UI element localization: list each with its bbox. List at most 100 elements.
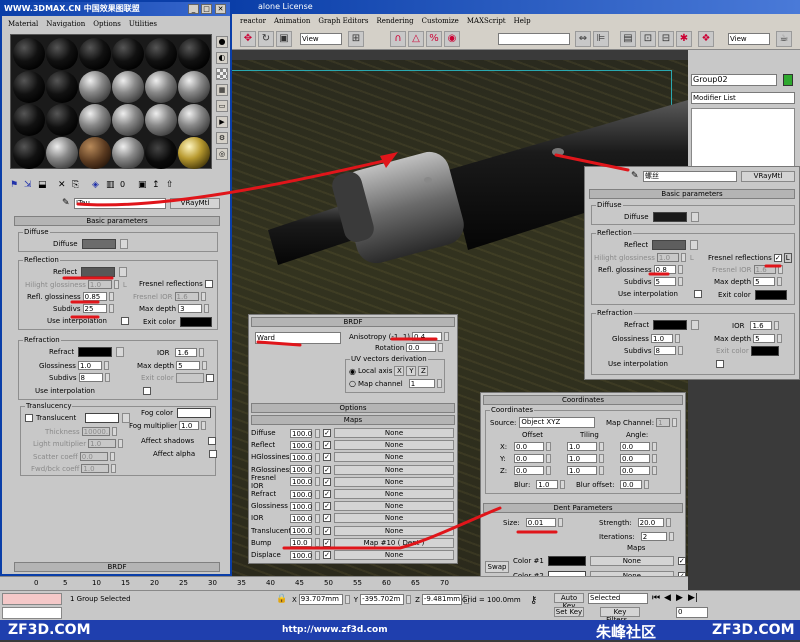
offset-field[interactable]: 0.0 [514,454,544,463]
sample-slot[interactable] [79,71,111,103]
iterations-field[interactable]: 2 [640,532,667,541]
blur-spinner[interactable] [560,480,566,489]
map-amount-field[interactable]: 100.0 [290,526,312,536]
brdf-type-dropdown[interactable]: Ward [255,332,341,344]
axis-x-button[interactable]: X [394,366,405,376]
right-r-subdivs-field[interactable]: 8 [653,346,676,355]
right-ior-field[interactable]: 1.6 [750,321,773,330]
sample-slot[interactable] [13,71,45,103]
fresnel-ior-spinner[interactable] [200,292,206,301]
copy-icon[interactable]: ⎘ [72,180,84,192]
y-coord-spinner[interactable] [406,595,412,604]
max-depth-field[interactable]: 3 [178,304,203,313]
sample-slot[interactable] [112,137,144,169]
menu-material[interactable]: Material [8,18,38,30]
map-enable-checkbox[interactable]: ✓ [323,538,331,547]
object-color-swatch[interactable] [783,74,793,86]
right-ior-spinner[interactable] [774,321,780,330]
sample-slot[interactable] [178,104,210,136]
right-max-depth-spinner[interactable] [777,277,783,286]
sample-slot[interactable] [145,104,177,136]
r-max-depth-field[interactable]: 5 [176,361,201,370]
axis-y-button[interactable]: Y [406,366,417,376]
selected-dropdown[interactable]: Selected [588,593,648,604]
maxscript-output[interactable] [2,607,62,619]
reflect-swatch[interactable] [81,267,116,277]
right-diffuse-map-button[interactable] [690,212,699,222]
diffuse-swatch[interactable] [81,239,116,249]
map-amount-field[interactable]: 100.0 [290,465,312,475]
snap-icon[interactable]: ∩ [390,31,406,47]
right-max-depth-field[interactable]: 5 [753,277,776,286]
tiling-field[interactable]: 1.0 [567,442,597,451]
diffuse-map-button[interactable] [119,239,128,249]
effects-channel-icon[interactable]: 0 [120,180,132,192]
sample-slot[interactable] [145,137,177,169]
angle-snap-icon[interactable]: △ [408,31,424,47]
menu-animation[interactable]: Animation [274,17,310,25]
right-fresnel-lock[interactable]: L [783,253,792,263]
source-dropdown[interactable]: Object XYZ [519,417,596,428]
right-material-type[interactable]: VRayMtl [741,171,795,182]
map-amount-field[interactable]: 100.0 [290,428,312,438]
mirror-icon[interactable]: ⇔ [575,31,591,47]
sample-slot[interactable] [112,38,144,70]
maximize-icon[interactable]: □ [201,4,212,14]
right-fresnel-checkbox[interactable]: ✓ [773,254,782,262]
use-interp-checkbox[interactable] [120,317,129,325]
uv-tiling-icon[interactable]: ▦ [216,84,228,96]
sample-slot[interactable] [178,38,210,70]
right-fresnel-ior-field[interactable]: 1.6 [753,265,776,274]
fog-mult-field[interactable]: 1.0 [179,421,200,430]
axis-z-button[interactable]: Z [418,366,429,376]
map-enable-checkbox[interactable]: ✓ [323,551,331,559]
map-slot-button[interactable]: None [334,464,454,475]
map-amount-field[interactable]: 100.0 [290,550,312,560]
right-refract-map-button[interactable] [691,320,700,330]
select-by-mat-icon[interactable]: ◎ [216,148,228,160]
layer-icon[interactable]: ▤ [620,31,636,47]
offset-field[interactable]: 0.0 [514,442,544,451]
tiling-spinner[interactable] [599,454,604,463]
scatter-coeff-spinner[interactable] [109,452,115,461]
right-subdivs-spinner[interactable] [677,277,683,286]
iterations-spinner[interactable] [668,532,674,541]
percent-snap-icon[interactable]: % [426,31,442,47]
menu-utilities[interactable]: Utilities [129,18,157,30]
view-dropdown[interactable]: View [300,33,342,45]
modifier-list-dropdown[interactable]: Modifier List [691,92,795,104]
map-amount-field[interactable]: 100.0 [290,489,312,499]
color1-map-button[interactable]: None [589,556,674,566]
maxscript-listener[interactable] [2,593,62,605]
sample-slot[interactable] [178,137,210,169]
sample-slot[interactable] [145,71,177,103]
spinner-snap-icon[interactable]: ◉ [444,31,460,47]
refract-map-button[interactable] [116,347,125,357]
modifier-stack[interactable] [691,108,795,168]
right-r-use-interp-checkbox[interactable] [715,360,724,368]
map-enable-checkbox[interactable]: ✓ [323,477,331,486]
map-slot-button[interactable]: None [334,428,454,438]
swap-button[interactable]: Swap [485,561,509,573]
sample-slot[interactable] [13,104,45,136]
right-glossiness-field[interactable]: 1.0 [650,334,673,343]
material-type-button[interactable]: VRayMtl [170,198,220,209]
offset-spinner[interactable] [546,442,551,451]
x-coord-field[interactable]: 93.707mm [298,594,343,605]
sample-slot[interactable] [79,104,111,136]
map-amount-spinner[interactable] [315,465,320,475]
map-amount-field[interactable]: 100.0 [290,501,312,511]
right-r-max-depth-field[interactable]: 5 [753,334,776,343]
tiling-spinner[interactable] [599,466,604,475]
pivot-icon[interactable]: ⊞ [348,31,364,47]
r-max-depth-spinner[interactable] [202,361,208,370]
brdf-rollout[interactable]: BRDF [251,317,455,327]
fresnel-checkbox[interactable] [204,280,213,288]
thickness-field[interactable]: 10000. [81,427,110,436]
right-reflect-swatch[interactable] [652,240,687,250]
light-mult-field[interactable]: 1.0 [88,439,117,448]
goto-start-icon[interactable]: ⏮ [652,593,660,603]
map-slot-button[interactable]: None [334,440,454,451]
scatter-coeff-field[interactable]: 0.0 [79,452,108,461]
sample-type-icon[interactable]: ● [216,36,228,48]
